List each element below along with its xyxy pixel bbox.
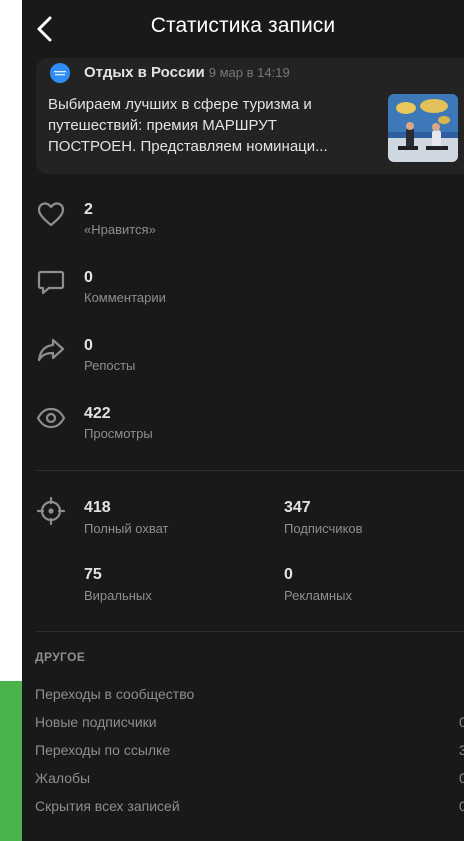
target-icon (36, 496, 66, 526)
stat-row-views[interactable]: 422 Просмотры (22, 402, 464, 458)
divider (36, 631, 464, 632)
reach-subscribers-value: 347 (284, 499, 311, 516)
post-text-line: путешествий: премия МАРШРУТ (48, 117, 277, 134)
stat-row-reposts[interactable]: 0 Репосты (22, 334, 464, 390)
post-preview-card[interactable]: Отдых в России 9 мар в 14:19 Выбираем луч… (36, 58, 464, 174)
reach-full-label: Полный охват (84, 521, 169, 536)
reach-subscribers[interactable]: 347 Подписчиков (284, 499, 363, 536)
reach-full[interactable]: 418 Полный охват (84, 499, 169, 536)
other-row-label: Новые подписчики (35, 714, 157, 730)
post-text-line: Выбираем лучших в сфере туризма и (48, 96, 312, 113)
stat-row-likes[interactable]: 2 «Нравится» (22, 198, 464, 254)
other-row-label: Переходы по ссылке (35, 742, 171, 758)
other-row-complaints[interactable]: Жалобы 0 (22, 770, 464, 798)
share-icon (37, 338, 65, 362)
other-row-value: 0 (459, 770, 464, 786)
reach-viral-label: Виральных (84, 588, 152, 603)
post-text: Выбираем лучших в сфере туризма и путеше… (48, 94, 368, 157)
group-name[interactable]: Отдых в России 9 мар в 14:19 (84, 64, 290, 81)
comments-count: 0 (84, 269, 93, 286)
reach-subscribers-label: Подписчиков (284, 521, 363, 536)
other-row-link-clicks[interactable]: Переходы по ссылке 3 (22, 742, 464, 770)
other-row-value: 0 (459, 798, 464, 814)
post-text-line: ПОСТРОЕН. Представляем номинаци... (48, 138, 328, 155)
reposts-label: Репосты (84, 358, 136, 373)
other-row-label: Скрытия всех записей (35, 798, 180, 814)
green-background-strip (0, 681, 22, 841)
comments-label: Комментарии (84, 290, 166, 305)
eye-icon (36, 407, 66, 429)
page-title: Статистика записи (150, 14, 336, 37)
heart-icon (37, 202, 65, 227)
other-row-value: 0 (459, 714, 464, 730)
views-count: 422 (84, 405, 111, 422)
other-row-hide-all-posts[interactable]: Скрытия всех записей 0 (22, 798, 464, 826)
reach-ads-label: Рекламных (284, 588, 352, 603)
section-heading-other: ДРУГОЕ (35, 650, 86, 664)
reach-full-value: 418 (84, 499, 111, 516)
header: Статистика записи (22, 0, 464, 58)
reach-ads-value: 0 (284, 566, 293, 583)
group-avatar (50, 63, 70, 83)
comment-icon (37, 270, 65, 295)
other-row-label: Переходы в сообщество (35, 686, 195, 702)
reposts-count: 0 (84, 337, 93, 354)
other-row-new-subscribers[interactable]: Новые подписчики 0 (22, 714, 464, 742)
post-thumbnail (388, 94, 458, 162)
views-label: Просмотры (84, 426, 153, 441)
reach-viral-value: 75 (84, 566, 102, 583)
likes-count: 2 (84, 201, 93, 218)
group-name-text: Отдых в России (84, 64, 205, 81)
reach-ads[interactable]: 0 Рекламных (284, 566, 352, 603)
reach-viral[interactable]: 75 Виральных (84, 566, 152, 603)
divider (36, 470, 464, 471)
post-date: 9 мар в 14:19 (208, 65, 290, 80)
other-row-community-visits[interactable]: Переходы в сообщество (22, 686, 464, 714)
other-row-value: 3 (459, 742, 464, 758)
stat-row-comments[interactable]: 0 Комментарии (22, 266, 464, 322)
likes-label: «Нравится» (84, 222, 156, 237)
other-row-label: Жалобы (35, 770, 91, 786)
post-statistics-screen: Статистика записи Отдых в России 9 мар в … (22, 0, 464, 841)
